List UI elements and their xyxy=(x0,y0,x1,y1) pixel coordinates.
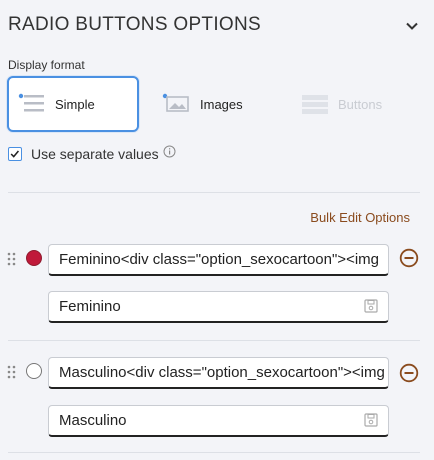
remove-option-icon[interactable] xyxy=(399,363,419,383)
default-option-radio[interactable] xyxy=(26,250,42,266)
format-option-images[interactable]: Images xyxy=(154,76,274,132)
drag-handle-icon[interactable] xyxy=(7,365,17,379)
divider xyxy=(8,192,420,193)
save-icon[interactable] xyxy=(364,299,378,313)
option-value-text: Feminino xyxy=(59,298,121,315)
option-value-input[interactable]: Feminino xyxy=(48,291,389,323)
list-icon xyxy=(18,93,44,112)
checkmark-icon xyxy=(10,150,20,158)
use-separate-values-row[interactable]: Use separate values xyxy=(8,145,176,162)
buttons-icon xyxy=(302,95,328,114)
drag-handle-icon[interactable] xyxy=(7,252,17,266)
use-separate-values-checkbox[interactable] xyxy=(8,147,22,161)
chevron-down-icon[interactable] xyxy=(404,18,420,34)
bulk-edit-options-link[interactable]: Bulk Edit Options xyxy=(310,210,410,225)
default-option-radio[interactable] xyxy=(26,363,42,379)
format-option-label: Images xyxy=(200,96,243,112)
use-separate-values-label: Use separate values xyxy=(31,146,159,162)
display-format-label: Display format xyxy=(8,58,85,72)
remove-option-icon[interactable] xyxy=(399,248,419,268)
format-option-simple[interactable]: Simple xyxy=(7,76,139,132)
option-value-text: Masculino xyxy=(59,412,127,429)
save-icon[interactable] xyxy=(364,413,378,427)
info-icon[interactable] xyxy=(163,145,176,158)
format-option-buttons: Buttons xyxy=(292,76,412,132)
section-header[interactable]: RADIO BUTTONS OPTIONS xyxy=(0,0,434,52)
option-label-input[interactable]: Masculino<div class="option_sexocartoon"… xyxy=(48,357,389,389)
option-label-input[interactable]: Feminino<div class="option_sexocartoon">… xyxy=(48,244,389,276)
format-option-label: Buttons xyxy=(338,96,383,112)
image-icon xyxy=(162,93,189,112)
section-title: RADIO BUTTONS OPTIONS xyxy=(8,14,261,35)
option-value-input[interactable]: Masculino xyxy=(48,405,389,437)
format-option-label: Simple xyxy=(55,96,95,112)
divider xyxy=(8,340,420,341)
divider xyxy=(8,452,420,453)
